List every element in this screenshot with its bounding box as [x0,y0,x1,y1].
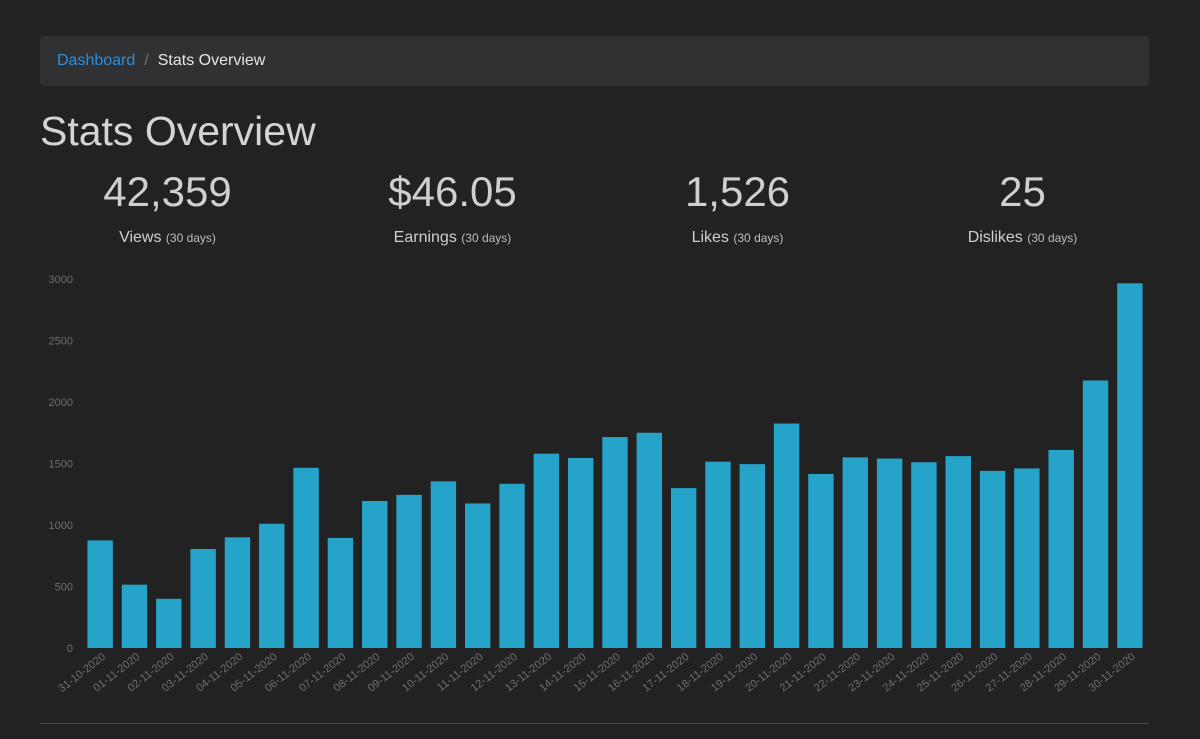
bar-17-11-2020 [670,488,697,648]
stat-likes-label: Likes (30 days) [595,229,880,247]
bar-11-11-2020 [465,503,491,648]
stat-earnings-value: $46.05 [388,168,517,215]
bar-14-11-2020 [567,457,594,648]
y-tick-label: 0 [67,643,73,655]
breadcrumb: Dashboard / Stats Overview [40,36,1149,86]
stat-likes: 1,526 Likes (30 days) [595,166,880,256]
stat-likes-value: 1,526 [684,168,791,215]
bar-15-11-2020 [602,437,628,648]
stat-earnings-label: Earnings (30 days) [310,229,595,247]
bar-02-11-2020 [156,598,182,648]
bar-07-11-2020 [327,537,354,648]
bar-29-11-2020 [1082,380,1109,648]
stat-views-period: (30 days) [165,231,216,245]
bar-01-11-2020 [121,584,148,648]
breadcrumb-dashboard-link[interactable]: Dashboard [57,52,135,70]
stat-views-label-text: Views [119,229,162,246]
stat-dislikes: 25 Dislikes (30 days) [880,166,1165,256]
bar-13-11-2020 [533,453,560,648]
bar-27-11-2020 [1014,468,1040,648]
bar-16-11-2020 [636,432,663,648]
bar-30-11-2020 [1117,283,1143,648]
bar-06-11-2020 [293,467,319,648]
bar-08-11-2020 [362,501,388,648]
bar-10-11-2020 [430,481,457,648]
stat-views-value: 42,359 [103,168,232,215]
bar-18-11-2020 [705,461,731,648]
bar-19-11-2020 [739,464,765,648]
views-chart: 0 500 1000 1500 2000 2500 3000 31-10-2020 01-11-… [0,265,1200,715]
stat-dislikes-label-text: Dislikes [967,229,1023,246]
stat-earnings: $46.05 Earnings (30 days) [310,166,595,256]
y-tick-label: 1500 [49,459,73,471]
stat-earnings-label-text: Earnings [393,229,457,246]
bar-09-11-2020 [396,494,422,648]
y-tick-label: 2500 [49,336,73,348]
stat-likes-label-text: Likes [691,229,729,246]
bar-21-11-2020 [808,473,834,648]
bar-22-11-2020 [842,457,868,648]
stat-dislikes-label: Dislikes (30 days) [880,229,1165,247]
stat-earnings-period: (30 days) [461,231,512,245]
views-bar-chart: 05001000150020002500300031-10-202001-11-… [49,274,1143,695]
bar-24-11-2020 [911,462,937,648]
bar-28-11-2020 [1048,449,1074,648]
breadcrumb-current: Stats Overview [157,52,266,69]
stats-summary: 42,359 Views (30 days) $46.05 Earnings (… [25,166,1165,256]
bar-31-10-2020 [87,540,113,649]
bar-20-11-2020 [773,423,800,648]
bottom-divider [40,723,1149,724]
stat-dislikes-value: 25 [999,168,1046,215]
stat-dislikes-period: (30 days) [1027,231,1078,245]
page-title: Stats Overview [40,108,316,154]
stat-views-label: Views (30 days) [25,229,310,247]
bar-04-11-2020 [224,537,251,648]
bar-12-11-2020 [499,483,525,648]
stat-views: 42,359 Views (30 days) [25,166,310,256]
y-tick-label: 1000 [49,520,73,532]
bar-26-11-2020 [979,470,1006,648]
bar-25-11-2020 [945,456,971,648]
y-tick-label: 2000 [49,397,73,409]
stat-likes-period: (30 days) [733,231,784,245]
y-tick-label: 500 [55,582,73,594]
bar-03-11-2020 [190,548,216,648]
bar-23-11-2020 [876,458,903,648]
bar-05-11-2020 [259,523,285,648]
breadcrumb-separator: / [144,52,149,69]
y-tick-label: 3000 [49,274,73,286]
